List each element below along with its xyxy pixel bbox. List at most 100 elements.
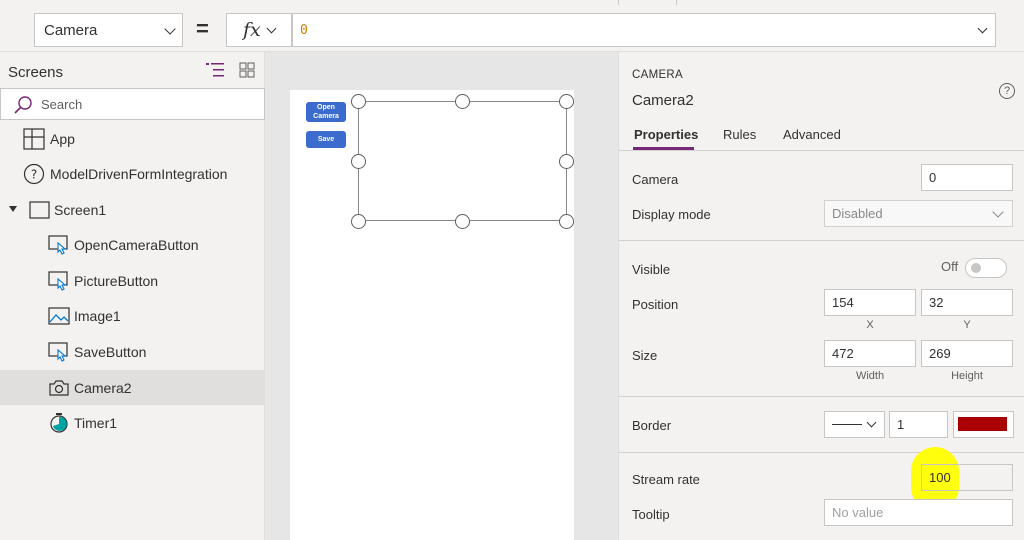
display-mode-label: Display mode: [632, 207, 711, 222]
position-y-input[interactable]: 32: [921, 289, 1013, 316]
tab-properties[interactable]: Properties: [634, 127, 698, 142]
border-thickness-input[interactable]: 1: [889, 411, 948, 438]
stream-rate-label: Stream rate: [632, 472, 700, 487]
thumbnail-view-icon[interactable]: [239, 62, 255, 78]
y-label: Y: [963, 319, 971, 331]
properties-panel: CAMERA Camera2 ? Properties Rules Advanc…: [618, 52, 1024, 540]
search-icon: [14, 96, 32, 114]
position-label: Position: [632, 297, 679, 312]
tree-item-camera2[interactable]: Camera2: [0, 370, 264, 405]
tooltip-input[interactable]: No value: [824, 499, 1013, 526]
control-type: CAMERA: [632, 69, 684, 81]
visible-toggle[interactable]: [965, 258, 1007, 278]
equals-sign: =: [196, 16, 209, 41]
tree-view-panel: Screens Search App ? ModelDrivenFormInte…: [0, 52, 265, 540]
stream-rate-input[interactable]: 100: [921, 464, 1013, 491]
tree-search-input[interactable]: Search: [0, 88, 265, 120]
save-button[interactable]: Save: [306, 131, 346, 148]
tree-item-label: ModelDrivenFormIntegration: [50, 166, 228, 182]
tab-rules[interactable]: Rules: [723, 127, 756, 142]
tree-item-label: OpenCameraButton: [74, 237, 199, 253]
button-icon: [48, 271, 68, 291]
tree-item-label: Image1: [74, 308, 121, 324]
camera-input[interactable]: 0: [921, 164, 1013, 191]
button-icon: [48, 235, 68, 255]
formula-input[interactable]: 0: [292, 13, 996, 47]
chevron-down-icon: [164, 23, 176, 35]
border-color-picker[interactable]: [953, 411, 1014, 438]
camera-control-selection[interactable]: [358, 101, 567, 221]
image-icon: [48, 307, 70, 325]
tree-item-label: Timer1: [74, 415, 118, 431]
tree-item-label: PictureButton: [74, 273, 159, 289]
property-dropdown[interactable]: Camera: [34, 13, 183, 47]
formula-text: 0: [300, 23, 308, 38]
height-input[interactable]: 269: [921, 340, 1013, 367]
border-line-preview: [832, 424, 862, 425]
divider: [619, 150, 1024, 151]
x-label: X: [866, 319, 874, 331]
tree-list-view-icon[interactable]: [205, 62, 225, 78]
resize-handle[interactable]: [351, 154, 366, 169]
screen-preview[interactable]: Open Camera Save: [290, 90, 574, 540]
resize-handle[interactable]: [351, 214, 366, 229]
expand-formula-chevron-icon[interactable]: [977, 23, 988, 34]
size-label: Size: [632, 348, 658, 363]
border-style-dropdown[interactable]: [824, 411, 885, 438]
control-name[interactable]: Camera2: [632, 92, 694, 109]
tree-item-savebutton[interactable]: SaveButton: [0, 334, 264, 369]
resize-handle[interactable]: [559, 94, 574, 109]
open-camera-button[interactable]: Open Camera: [306, 102, 346, 122]
chevron-down-icon: [866, 417, 877, 428]
divider: [619, 240, 1024, 241]
divider: [676, 0, 677, 5]
border-color-swatch: [958, 417, 1007, 431]
expand-caret-icon[interactable]: [9, 206, 17, 212]
tree-item-screen1[interactable]: Screen1: [0, 192, 264, 227]
tree-item-opencamerabutton[interactable]: OpenCameraButton: [0, 227, 264, 262]
height-sublabel: Height: [951, 370, 983, 382]
resize-handle[interactable]: [559, 154, 574, 169]
position-x-input[interactable]: 154: [824, 289, 916, 316]
display-mode-value: Disabled: [832, 206, 883, 221]
tree-item-label: SaveButton: [74, 344, 147, 360]
tooltip-label: Tooltip: [632, 507, 670, 522]
search-placeholder: Search: [41, 97, 83, 112]
fx-icon: fx: [243, 19, 261, 41]
screen-icon: [29, 201, 50, 219]
formula-bar: Camera = fx 0: [0, 6, 1024, 52]
fx-button[interactable]: fx: [226, 13, 292, 47]
tree-item-image1[interactable]: Image1: [0, 298, 264, 333]
camera-icon: [49, 380, 69, 396]
resize-handle[interactable]: [455, 214, 470, 229]
resize-handle[interactable]: [455, 94, 470, 109]
tree-item-label: Screen1: [54, 202, 107, 218]
tree-item-modeldrivenformintegration[interactable]: ? ModelDrivenFormIntegration: [0, 156, 264, 191]
tree-item-label: App: [50, 131, 75, 147]
chevron-down-icon: [266, 23, 277, 34]
border-label: Border: [632, 418, 672, 433]
width-input[interactable]: 472: [824, 340, 916, 367]
camera-label: Camera: [632, 172, 679, 187]
divider: [619, 396, 1024, 397]
svg-text:?: ?: [31, 168, 37, 182]
tree-item-timer1[interactable]: Timer1: [0, 405, 264, 440]
tree-item-app[interactable]: App: [0, 121, 264, 156]
tree-view-title: Screens: [8, 64, 64, 81]
display-mode-dropdown[interactable]: Disabled: [824, 200, 1013, 227]
help-circle-icon: ?: [23, 163, 45, 185]
tab-advanced[interactable]: Advanced: [783, 127, 841, 142]
design-canvas[interactable]: Open Camera Save: [265, 52, 618, 540]
tooltip-placeholder: No value: [832, 505, 884, 520]
visible-label: Visible: [632, 262, 671, 277]
button-icon: [48, 342, 68, 362]
property-dropdown-value: Camera: [44, 22, 98, 39]
toggle-knob: [971, 263, 981, 273]
app-icon: [23, 128, 45, 150]
divider: [619, 452, 1024, 453]
tree-item-picturebutton[interactable]: PictureButton: [0, 263, 264, 298]
resize-handle[interactable]: [559, 214, 574, 229]
timer-icon: [50, 413, 68, 433]
help-icon[interactable]: ?: [999, 83, 1015, 99]
resize-handle[interactable]: [351, 94, 366, 109]
